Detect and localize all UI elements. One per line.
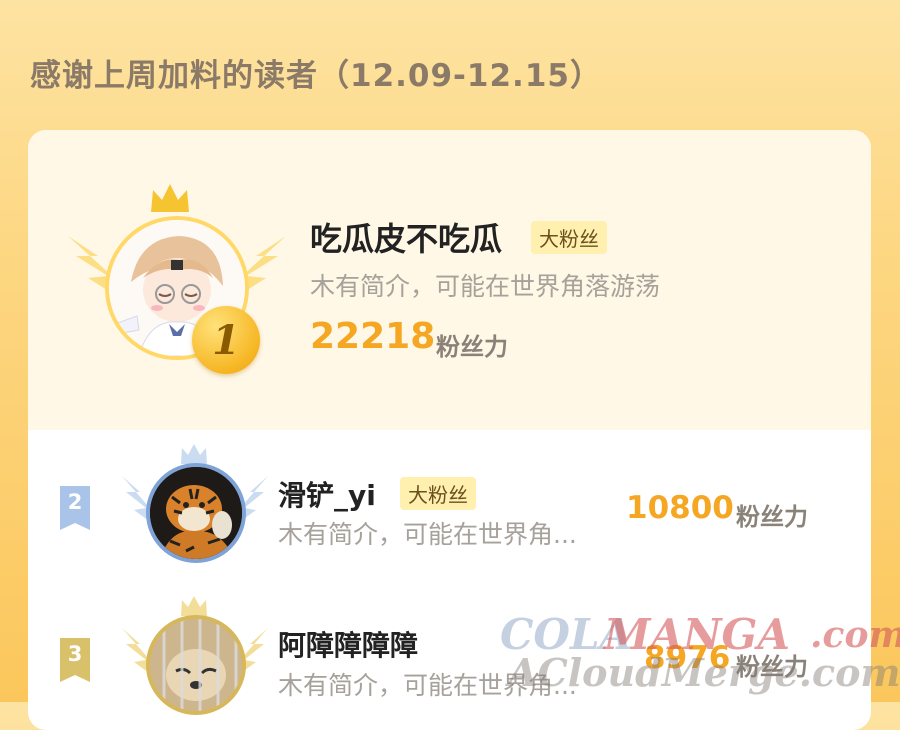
- tiger-avatar-icon: [150, 467, 242, 559]
- watermark-acloudmerge: ACloudMerge.com: [508, 650, 900, 695]
- page-title: 感谢上周加料的读者（12.09-12.15）: [30, 58, 602, 94]
- rank-1-item[interactable]: 1 吃瓜皮不吃瓜 大粉丝 木有简介，可能在世界角落游荡 22218 粉丝力: [28, 130, 871, 430]
- rank-3-flag: 3: [60, 638, 90, 682]
- username[interactable]: 阿障障障障: [278, 624, 418, 664]
- avatar[interactable]: [146, 463, 246, 563]
- fan-power-score: 22218: [310, 316, 436, 357]
- rank-2-item[interactable]: 2 滑铲_yi 大粉丝 木有简介，可能在世界角... 10800 粉丝力: [28, 430, 871, 580]
- rank-1-badge: 1: [192, 306, 260, 374]
- fan-power-score: 10800: [626, 490, 734, 526]
- fan-power-label: 粉丝力: [736, 503, 808, 531]
- crown-icon: [151, 184, 189, 212]
- fan-power-label: 粉丝力: [436, 333, 508, 361]
- username[interactable]: 吃瓜皮不吃瓜: [310, 214, 502, 260]
- avatar[interactable]: [146, 615, 246, 715]
- fan-level-badge: 大粉丝: [531, 221, 607, 254]
- dog-avatar-icon: [150, 619, 242, 711]
- username[interactable]: 滑铲_yi: [278, 474, 376, 514]
- fan-level-badge: 大粉丝: [400, 477, 476, 510]
- rank-2-flag: 2: [60, 486, 90, 530]
- bio-text: 木有简介，可能在世界角落游荡: [310, 272, 661, 301]
- bio-text: 木有简介，可能在世界角...: [278, 520, 577, 549]
